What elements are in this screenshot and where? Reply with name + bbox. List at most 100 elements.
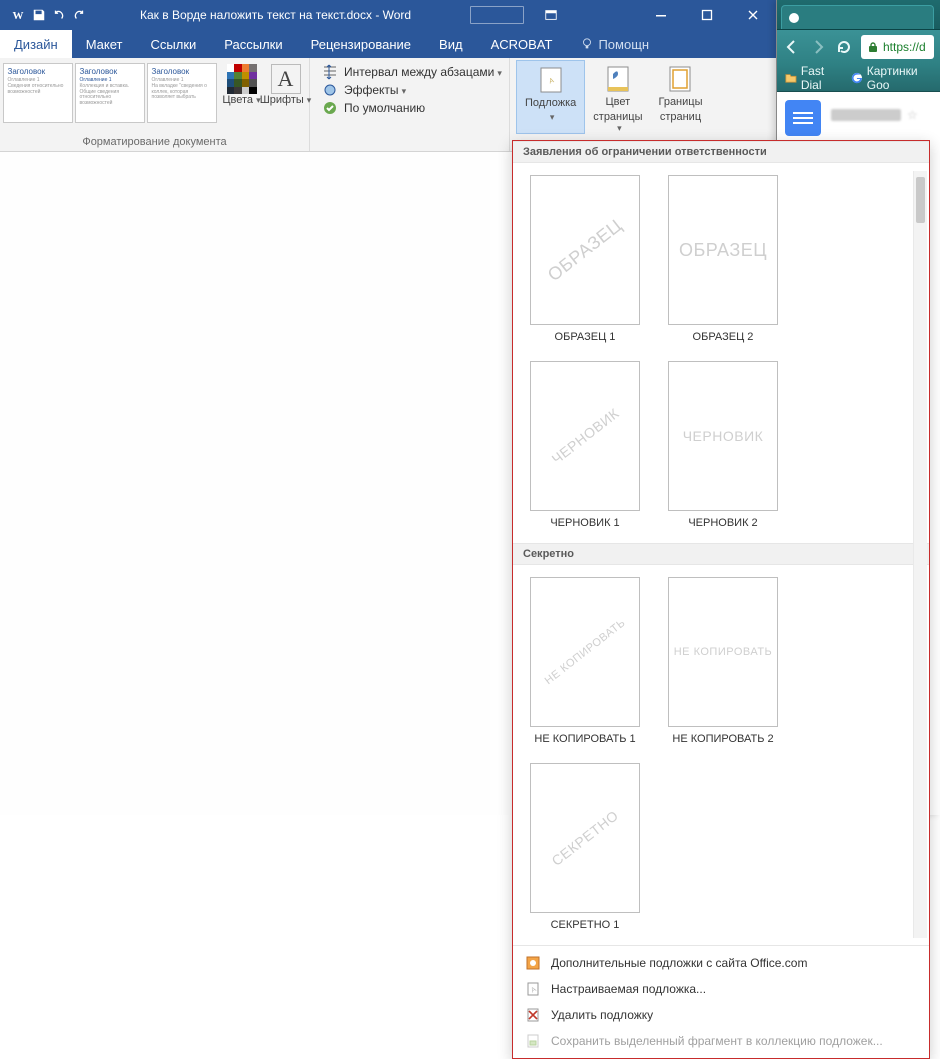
set-default-button[interactable]: По умолчанию	[322, 100, 501, 116]
tab-mailings[interactable]: Рассылки	[210, 30, 296, 58]
tab-review[interactable]: Рецензирование	[297, 30, 425, 58]
theme-thumb-1[interactable]: Заголовок Оглавление 1 Сведения относите…	[3, 63, 73, 123]
tell-me-help[interactable]: Помощн	[566, 30, 663, 58]
theme-thumb-body: На вкладке "сведения о коллек, которая п…	[152, 84, 212, 101]
undo-icon[interactable]	[52, 8, 66, 22]
tab-design[interactable]: Дизайн	[0, 30, 72, 58]
watermark-caption: НЕ КОПИРОВАТЬ 2	[672, 733, 773, 745]
theme-gallery[interactable]: Заголовок Оглавление 1 Сведения относите…	[2, 60, 220, 124]
browser-tabstrip	[777, 0, 940, 30]
gallery-scrollbar[interactable]	[913, 171, 927, 938]
address-text: https://d	[883, 40, 926, 54]
theme-thumb-title: Заголовок	[80, 67, 140, 76]
theme-thumb-2[interactable]: Заголовок Оглавление 1 Коллекция и встав…	[75, 63, 145, 123]
watermark-preview: ОБРАЗЕЦ	[530, 175, 640, 325]
watermark-preview: НЕ КОПИРОВАТЬ	[530, 577, 640, 727]
custom-watermark-icon: A	[525, 981, 541, 997]
fonts-button[interactable]: А Шрифты	[264, 60, 308, 106]
watermark-button[interactable]: A Подложка	[516, 60, 585, 134]
watermark-caption: СЕКРЕТНО 1	[551, 919, 620, 931]
colors-button[interactable]: Цвета	[220, 60, 264, 106]
nav-forward-icon[interactable]	[809, 38, 827, 56]
watermark-gallery-item[interactable]: ЧЕРНОВИКЧЕРНОВИК 2	[667, 361, 779, 529]
google-docs-title-placeholder	[831, 109, 901, 121]
save-selection-icon	[525, 1033, 541, 1049]
cmd-custom-watermark[interactable]: A Настраиваемая подложка...	[513, 976, 929, 1002]
bookmark-fastdial-label: Fast Dial	[801, 64, 841, 92]
fonts-label: Шрифты	[260, 94, 312, 106]
watermark-gallery-item[interactable]: СЕКРЕТНО СЕКРЕТНО 1	[529, 763, 641, 931]
watermark-gallery-item[interactable]: НЕ КОПИРОВАТЬ НЕ КОПИРОВАТЬ 1	[529, 577, 641, 745]
bookmark-fastdial[interactable]: Fast Dial	[785, 64, 841, 92]
watermark-chevron	[547, 112, 555, 122]
cmd-remove-label: Удалить подложку	[551, 1008, 653, 1022]
google-docs-icon[interactable]	[785, 100, 821, 136]
redo-icon[interactable]	[72, 8, 86, 22]
watermark-mark-text: НЕ КОПИРОВАТЬ	[542, 617, 627, 687]
watermark-caption: ОБРАЗЕЦ 2	[693, 331, 754, 343]
cmd-remove-watermark[interactable]: Удалить подложку	[513, 1002, 929, 1028]
fonts-icon: А	[271, 64, 301, 94]
gallery-section-confidential: Секретно	[513, 543, 929, 565]
tab-acrobat[interactable]: ACROBAT	[477, 30, 567, 58]
tab-links[interactable]: Ссылки	[137, 30, 211, 58]
window-title: Как в Ворде наложить текст на текст.docx…	[140, 8, 411, 22]
paragraph-spacing-icon	[322, 64, 338, 80]
star-icon[interactable]: ☆	[907, 108, 918, 122]
theme-thumb-3[interactable]: Заголовок Оглавление 1 На вкладке "сведе…	[147, 63, 217, 123]
gallery-grid-1: ОБРАЗЕЦ ОБРАЗЕЦ 1 ОБРАЗЕЦ ОБРАЗЕЦ 2 ЧЕРНОВИК…	[513, 163, 929, 543]
watermark-gallery-item[interactable]: ЧЕРНОВИК ЧЕРНОВИК 1	[529, 361, 641, 529]
window-compact-icon[interactable]	[544, 8, 558, 22]
save-icon[interactable]	[32, 8, 46, 22]
watermark-gallery-item[interactable]: ОБРАЗЕЦ ОБРАЗЕЦ 2	[667, 175, 779, 343]
google-icon	[851, 71, 863, 85]
nav-reload-icon[interactable]	[835, 38, 853, 56]
watermark-gallery-item[interactable]: НЕ КОПИРОВАТЬНЕ КОПИРОВАТЬ 2	[667, 577, 779, 745]
watermark-mark-text: ЧЕРНОВИК	[548, 405, 621, 467]
nav-back-icon[interactable]	[783, 38, 801, 56]
window-minimize-button[interactable]	[638, 0, 684, 30]
cmd-more-office-watermarks[interactable]: Дополнительные подложки с сайта Office.c…	[513, 950, 929, 976]
page-borders-label-1: Границы	[658, 96, 702, 109]
gallery-footer: Дополнительные подложки с сайта Office.c…	[513, 945, 929, 1058]
browser-toolbar: https://d	[777, 30, 940, 64]
gallery-scrollbar-thumb[interactable]	[916, 177, 925, 223]
watermark-preview: ЧЕРНОВИК	[668, 361, 778, 511]
tab-view[interactable]: Вид	[425, 30, 477, 58]
browser-tab[interactable]	[781, 5, 934, 29]
bookmark-google-images[interactable]: Картинки Goo	[851, 64, 932, 92]
window-maximize-button[interactable]	[684, 0, 730, 30]
watermark-gallery-item[interactable]: ОБРАЗЕЦ ОБРАЗЕЦ 1	[529, 175, 641, 343]
watermark-caption: ОБРАЗЕЦ 1	[555, 331, 616, 343]
watermark-caption: ЧЕРНОВИК 1	[550, 517, 619, 529]
paragraph-spacing-button[interactable]: Интервал между абзацами	[322, 64, 501, 80]
effects-label: Эффекты	[344, 83, 406, 97]
tab-favicon	[788, 12, 800, 24]
watermark-mark-text: ЧЕРНОВИК	[683, 428, 764, 444]
word-app-icon: W	[10, 7, 26, 23]
watermark-preview: ОБРАЗЕЦ	[668, 175, 778, 325]
check-icon	[322, 100, 338, 116]
group-effects: Интервал между абзацами Эффекты По умолч…	[310, 58, 510, 151]
browser-address-bar[interactable]: https://d	[861, 35, 934, 59]
window-close-button[interactable]	[730, 0, 776, 30]
group-page-background: A Подложка Цвет страницы Границы страниц	[510, 58, 712, 151]
page-color-button[interactable]: Цвет страницы	[585, 60, 650, 134]
watermark-gallery-panel: Заявления об ограничении ответственности…	[512, 140, 930, 1059]
watermark-caption: НЕ КОПИРОВАТЬ 1	[534, 733, 635, 745]
tab-layout[interactable]: Макет	[72, 30, 137, 58]
google-docs-titlebar: ☆	[831, 108, 918, 122]
set-default-label: По умолчанию	[344, 101, 425, 115]
svg-text:W: W	[13, 10, 24, 22]
watermark-label: Подложка	[525, 97, 576, 110]
watermark-preview: СЕКРЕТНО	[530, 763, 640, 913]
palette-icon	[227, 64, 257, 94]
page-borders-icon	[665, 64, 695, 94]
cmd-save-selection-to-gallery: Сохранить выделенный фрагмент в коллекци…	[513, 1028, 929, 1054]
page-borders-button[interactable]: Границы страниц	[650, 60, 710, 134]
effects-button[interactable]: Эффекты	[322, 82, 501, 98]
cmd-more-office-label: Дополнительные подложки с сайта Office.c…	[551, 956, 807, 970]
paragraph-spacing-label: Интервал между абзацами	[344, 65, 502, 79]
page-color-label-1: Цвет	[606, 96, 631, 109]
cmd-custom-label: Настраиваемая подложка...	[551, 982, 706, 996]
